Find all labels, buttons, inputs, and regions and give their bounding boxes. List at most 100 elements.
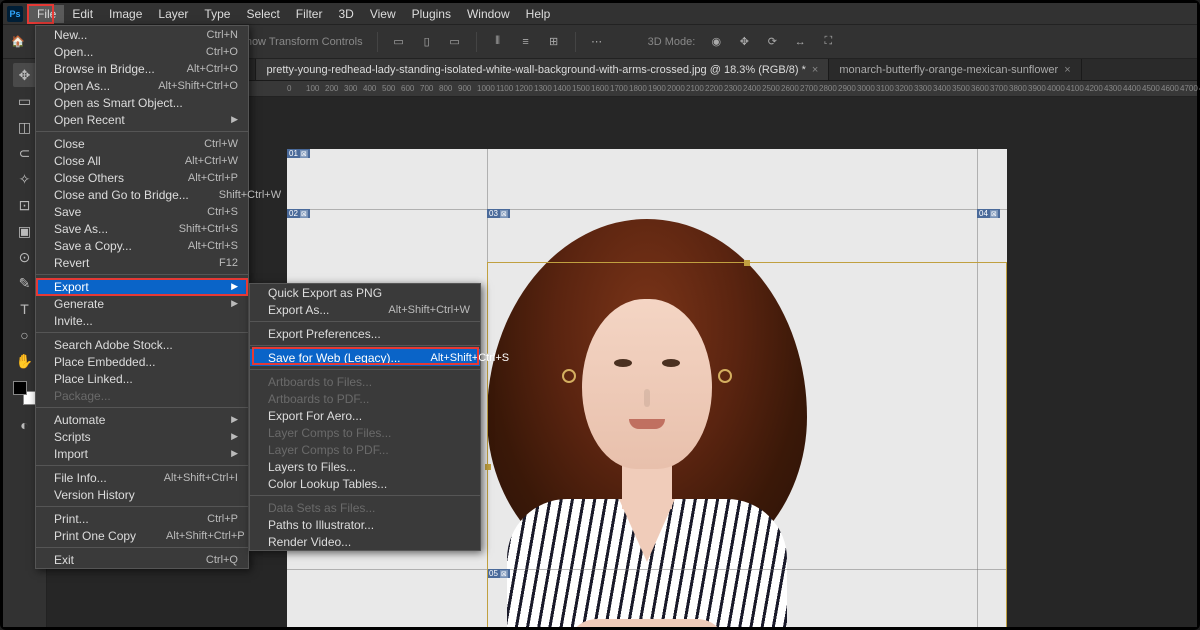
menu-3d[interactable]: 3D (330, 5, 361, 23)
file-menu-item[interactable]: Invite... (36, 312, 248, 329)
align-left-icon[interactable]: ▭ (392, 35, 406, 49)
slice-label: 02 ⊠ (287, 209, 310, 218)
file-menu-item[interactable]: Open As...Alt+Shift+Ctrl+O (36, 77, 248, 94)
color-swatches[interactable] (13, 381, 37, 405)
menu-select[interactable]: Select (238, 5, 287, 23)
artboard-tool[interactable]: ▭ (13, 89, 37, 113)
submenu-arrow-icon: ▶ (231, 298, 238, 309)
export-menu-item[interactable]: Color Lookup Tables... (250, 475, 480, 492)
dolly-icon[interactable]: ⟳ (765, 35, 779, 49)
menu-image[interactable]: Image (101, 5, 150, 23)
menu-view[interactable]: View (362, 5, 404, 23)
ruler-mark: 1300 (534, 84, 552, 93)
distribute-h-icon[interactable]: ⫴ (491, 35, 505, 49)
type-tool[interactable]: T (13, 297, 37, 321)
wand-tool[interactable]: ✧ (13, 167, 37, 191)
file-menu-item[interactable]: Open...Ctrl+O (36, 43, 248, 60)
home-icon[interactable]: 🏠 (11, 35, 25, 48)
align-center-icon[interactable]: ▯ (420, 35, 434, 49)
scale-icon[interactable]: ⛶ (821, 35, 835, 49)
file-menu-item[interactable]: Generate▶ (36, 295, 248, 312)
orbit-icon[interactable]: ◉ (709, 35, 723, 49)
file-menu-item[interactable]: New...Ctrl+N (36, 26, 248, 43)
export-menu-item[interactable]: Quick Export as PNG (250, 284, 480, 301)
menu-file[interactable]: File (29, 5, 64, 23)
shortcut-label: Ctrl+P (207, 513, 238, 525)
file-menu-item[interactable]: ExitCtrl+Q (36, 551, 248, 568)
hand-tool[interactable]: ✋ (13, 349, 37, 373)
export-menu-item[interactable]: Export As...Alt+Shift+Ctrl+W (250, 301, 480, 318)
menu-item-label: Import (54, 447, 88, 461)
file-menu-item[interactable]: Search Adobe Stock... (36, 336, 248, 353)
marquee-tool[interactable]: ◫ (13, 115, 37, 139)
menu-edit[interactable]: Edit (64, 5, 101, 23)
file-menu-item[interactable]: Automate▶ (36, 411, 248, 428)
align-right-icon[interactable]: ▭ (448, 35, 462, 49)
show-transform-label: Show Transform Controls (238, 36, 362, 48)
menu-help[interactable]: Help (518, 5, 559, 23)
submenu-arrow-icon: ▶ (231, 114, 238, 125)
file-menu-item[interactable]: Place Embedded... (36, 353, 248, 370)
distribute-v-icon[interactable]: ≡ (519, 35, 533, 49)
file-menu-item[interactable]: Close AllAlt+Ctrl+W (36, 152, 248, 169)
file-menu-item[interactable]: CloseCtrl+W (36, 135, 248, 152)
eyedropper-tool[interactable]: ⊙ (13, 245, 37, 269)
menu-window[interactable]: Window (459, 5, 518, 23)
move-tool[interactable]: ✥ (13, 63, 37, 87)
menubar: Ps FileEditImageLayerTypeSelectFilter3DV… (3, 3, 1197, 25)
brush-tool[interactable]: ✎ (13, 271, 37, 295)
foreground-swatch[interactable] (13, 381, 27, 395)
more-icon[interactable]: ⋯ (590, 35, 604, 49)
file-menu-item[interactable]: File Info...Alt+Shift+Ctrl+I (36, 469, 248, 486)
menu-filter[interactable]: Filter (288, 5, 331, 23)
crop-tool[interactable]: ⊡ (13, 193, 37, 217)
menu-item-label: Layer Comps to Files... (268, 426, 391, 440)
pan-icon[interactable]: ✥ (737, 35, 751, 49)
export-menu-item[interactable]: Export For Aero... (250, 407, 480, 424)
menu-item-label: Close and Go to Bridge... (54, 188, 189, 202)
slide-icon[interactable]: ↔ (793, 35, 807, 49)
menu-item-label: Automate (54, 413, 105, 427)
export-menu-item[interactable]: Paths to Illustrator... (250, 516, 480, 533)
file-menu-item[interactable]: Save a Copy...Alt+Ctrl+S (36, 237, 248, 254)
file-menu-item[interactable]: Version History (36, 486, 248, 503)
menu-type[interactable]: Type (196, 5, 238, 23)
file-menu-item[interactable]: RevertF12 (36, 254, 248, 271)
file-menu-item[interactable]: Import▶ (36, 445, 248, 462)
export-menu-item[interactable]: Layers to Files... (250, 458, 480, 475)
menu-item-label: Color Lookup Tables... (268, 477, 387, 491)
frame-tool[interactable]: ▣ (13, 219, 37, 243)
ruler-mark: 3700 (990, 84, 1008, 93)
ruler-mark: 500 (382, 84, 395, 93)
lasso-tool[interactable]: ⊂ (13, 141, 37, 165)
align-options-icon[interactable]: ⊞ (547, 35, 561, 49)
file-menu-item[interactable]: Open Recent▶ (36, 111, 248, 128)
shape-tool[interactable]: ○ (13, 323, 37, 347)
file-menu-item[interactable]: Close and Go to Bridge...Shift+Ctrl+W (36, 186, 248, 203)
shortcut-label: Alt+Ctrl+O (187, 63, 238, 75)
document-tab[interactable]: monarch-butterfly-orange-mexican-sunflow… (829, 59, 1081, 80)
file-menu-item[interactable]: Close OthersAlt+Ctrl+P (36, 169, 248, 186)
close-icon[interactable]: × (812, 64, 818, 76)
menu-plugins[interactable]: Plugins (404, 5, 459, 23)
ruler-mark: 1700 (610, 84, 628, 93)
menu-layer[interactable]: Layer (150, 5, 196, 23)
export-menu-item[interactable]: Save for Web (Legacy)...Alt+Shift+Ctrl+S (250, 349, 480, 366)
file-menu-item[interactable]: Browse in Bridge...Alt+Ctrl+O (36, 60, 248, 77)
close-icon[interactable]: × (1064, 64, 1070, 76)
export-menu-item[interactable]: Export Preferences... (250, 325, 480, 342)
file-menu-item[interactable]: Scripts▶ (36, 428, 248, 445)
file-menu-item[interactable]: Save As...Shift+Ctrl+S (36, 220, 248, 237)
menu-item-label: Render Video... (268, 535, 351, 549)
document-tab[interactable]: pretty-young-redhead-lady-standing-isola… (256, 59, 829, 80)
ruler-mark: 3900 (1028, 84, 1046, 93)
tab-label: pretty-young-redhead-lady-standing-isola… (266, 64, 805, 76)
file-menu-item[interactable]: Open as Smart Object... (36, 94, 248, 111)
export-menu-item[interactable]: Render Video... (250, 533, 480, 550)
quick-mask-tool[interactable]: ◐ (13, 413, 37, 437)
file-menu-item[interactable]: Print...Ctrl+P (36, 510, 248, 527)
file-menu-item[interactable]: Place Linked... (36, 370, 248, 387)
file-menu-item[interactable]: SaveCtrl+S (36, 203, 248, 220)
file-menu-item[interactable]: Export▶ (36, 278, 248, 295)
file-menu-item[interactable]: Print One CopyAlt+Shift+Ctrl+P (36, 527, 248, 544)
